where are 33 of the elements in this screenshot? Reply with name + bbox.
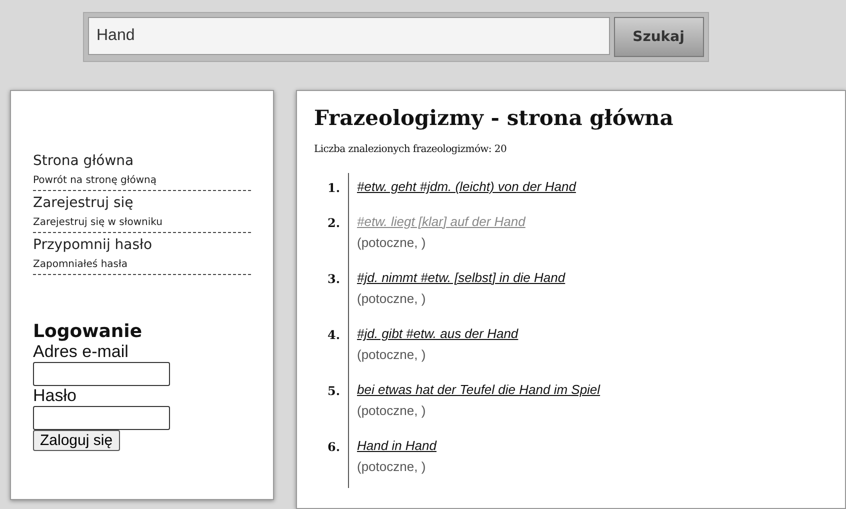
sidebar-link[interactable]: Strona główna — [33, 153, 134, 169]
list-number: 3. — [326, 271, 341, 288]
login-heading: Logowanie — [33, 321, 142, 342]
sidebar-link[interactable]: Przypomnij hasło — [33, 237, 152, 253]
phrase-note: (potoczne, ) — [357, 347, 427, 362]
phrase-note: (potoczne, ) — [357, 291, 427, 306]
list-number: 6. — [326, 439, 341, 456]
search-field[interactable]: Hand — [88, 17, 610, 55]
page-title: Frazeologizmy - strona główna — [314, 105, 674, 130]
phrase-link[interactable]: #etw. liegt [klar] auf der Hand — [357, 214, 526, 229]
result-count: Liczba znalezionych frazeologizmów: 20 — [314, 144, 508, 155]
list-number: 2. — [326, 215, 341, 232]
search-button[interactable]: Szukaj — [614, 17, 704, 57]
list-number: 4. — [326, 327, 341, 344]
phrase-link[interactable]: Hand in Hand — [357, 438, 436, 453]
phrase-note: (potoczne, ) — [357, 459, 427, 474]
list-number: 1. — [326, 180, 341, 197]
phrase-link[interactable]: #jd. gibt #etw. aus der Hand — [357, 326, 518, 341]
sidebar-link-description: Powrót na stronę główną — [33, 175, 158, 186]
sidebar-link[interactable]: Zarejestruj się — [33, 195, 134, 211]
phrase-note: (potoczne, ) — [357, 235, 427, 250]
phrase-note: (potoczne, ) — [357, 403, 427, 418]
email-label: Adres e-mail — [33, 342, 128, 362]
list-number: 5. — [326, 383, 341, 400]
phrase-link[interactable]: #jd. nimmt #etw. [selbst] in die Hand — [357, 270, 566, 285]
phrase-link[interactable]: bei etwas hat der Teufel die Hand im Spiel — [357, 382, 600, 397]
password-field[interactable] — [33, 406, 170, 430]
sidebar-link-description: Zapomniałeś hasła — [33, 259, 128, 270]
email-field[interactable] — [33, 362, 170, 386]
login-button[interactable]: Zaloguj się — [33, 430, 120, 451]
password-label: Hasło — [33, 386, 76, 406]
phrase-link[interactable]: #etw. geht #jdm. (leicht) von der Hand — [357, 179, 576, 194]
sidebar-link-description: Zarejestruj się w słowniku — [33, 217, 164, 228]
